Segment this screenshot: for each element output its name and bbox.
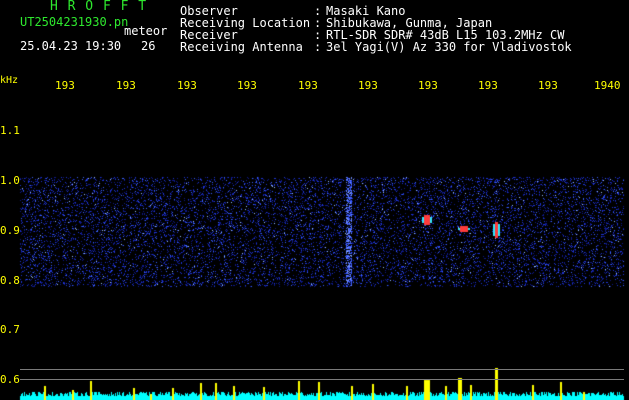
spectrogram-canvas xyxy=(0,0,629,400)
baseline-lower xyxy=(20,379,624,380)
x-tick: 193 xyxy=(177,79,197,92)
antenna-colon: : xyxy=(314,40,322,54)
filename-label: UT2504231930.pn xyxy=(20,15,129,29)
x-tick: 193 xyxy=(55,79,75,92)
x-tick: 193 xyxy=(418,79,438,92)
y-axis-unit: kHz xyxy=(0,75,19,86)
x-tick: 193 xyxy=(538,79,558,92)
antenna-value: 3el Yagi(V) Az 330 for Vladivostok xyxy=(326,40,572,54)
x-tick: 193 xyxy=(358,79,378,92)
x-tick: 1940 xyxy=(594,79,621,92)
antenna-label: Receiving Antenna xyxy=(180,40,303,54)
y-tick: 1.0 xyxy=(0,174,20,187)
x-tick: 193 xyxy=(237,79,257,92)
app-title: H R O F F T xyxy=(50,0,148,14)
y-tick: 0.7 xyxy=(0,323,20,336)
x-tick: 193 xyxy=(116,79,136,92)
y-tick: 0.6 xyxy=(0,373,20,386)
mode-label: meteor xyxy=(124,24,168,38)
y-tick: 0.8 xyxy=(0,274,20,287)
y-tick: 1.1 xyxy=(0,124,20,137)
y-tick: 0.9 xyxy=(0,224,20,237)
datetime-label: 25.04.23 19:30 xyxy=(20,39,122,53)
x-tick: 193 xyxy=(478,79,498,92)
baseline-upper xyxy=(20,369,624,370)
x-tick: 193 xyxy=(298,79,318,92)
count-label: 26 xyxy=(141,39,156,53)
